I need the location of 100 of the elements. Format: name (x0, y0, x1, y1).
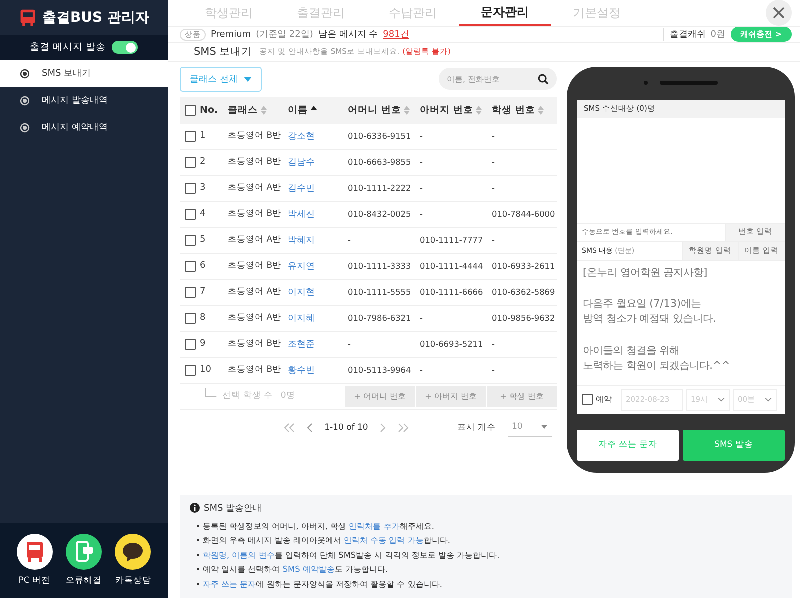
table-cell: 010-6336-9151 (348, 131, 412, 141)
student-name-link[interactable]: 강소현 (288, 130, 315, 142)
column-header[interactable]: 어머니 번호 (348, 104, 410, 116)
row-checkbox[interactable] (185, 364, 196, 376)
row-checkbox[interactable] (185, 286, 196, 298)
shortcut-label: 오류해결 (66, 575, 102, 587)
guide-bullet: 자주 쓰는 문자에 원하는 문자양식을 저장하여 활용할 수 있습니다. (197, 576, 782, 591)
sort-icon (404, 106, 410, 114)
message-field[interactable]: [온누리 영어학원 공지사항] 다음주 월요일 (7/13)에는 방역 청소가 예정돼 있습니다. 아이들의 청결을 위해 노력하는 학원이 되겠습니다.^^ (577, 260, 785, 384)
sidebar-item[interactable]: SMS 보내기 (0, 60, 168, 87)
plan-name: Premium (211, 30, 252, 40)
table-cell: - (420, 183, 423, 193)
sort-icon (261, 106, 267, 114)
table-cell: 010-1111-6666 (420, 287, 484, 297)
remaining-count-link[interactable]: 981건 (383, 28, 410, 41)
sidebar-item[interactable]: 메시지 예약내역 (0, 114, 168, 141)
leader-line (205, 388, 217, 398)
table-cell: - (420, 131, 423, 141)
table-cell: - (348, 339, 351, 349)
student-name-link[interactable]: 이지혜 (288, 312, 315, 324)
bus-icon (18, 8, 36, 26)
add-number-button[interactable]: + 학생 번호 (487, 386, 557, 406)
toggle-label: 출결 메시지 발송 (30, 41, 106, 54)
table-cell: - (492, 183, 495, 193)
chat-bubble-icon[interactable] (115, 534, 152, 570)
table-cell: 010-8432-0025 (348, 209, 412, 219)
send-sms-button[interactable]: SMS 발송 (683, 430, 785, 460)
previous-page-icon[interactable] (306, 422, 313, 432)
student-name-link[interactable]: 김남수 (288, 156, 315, 168)
row-checkbox[interactable] (185, 182, 196, 194)
table-cell: 010-5113-9964 (348, 365, 412, 375)
row-checkbox[interactable] (185, 156, 196, 168)
table-cell: 010-7844-6000 (492, 209, 556, 219)
remaining-label: 남은 메시지 수 (318, 29, 378, 41)
table-cell: - (492, 339, 495, 349)
page-range: 1-10 of 10 (324, 422, 368, 432)
guide-bullet: 예약 일시를 선택하여 SMS 예약발송도 가능합니다. (197, 562, 782, 576)
selected-count: 0명 (280, 390, 296, 402)
cash-label: 출결캐쉬 (662, 28, 706, 41)
column-header[interactable]: 클래스 (228, 104, 267, 116)
student-name-link[interactable]: 이지현 (288, 286, 315, 298)
table-cell: 초등영어 A반 (228, 234, 282, 246)
table-cell: 초등영어 A반 (228, 286, 282, 298)
row-checkbox[interactable] (185, 208, 196, 220)
table-cell: 초등영어 B반 (228, 208, 282, 220)
phone-icon[interactable] (66, 534, 102, 570)
info-icon (190, 503, 200, 513)
student-name-link[interactable]: 박혜지 (288, 234, 315, 246)
nav-tab[interactable]: 문자관리 (459, 0, 551, 26)
guide-title: SMS 발송안내 (204, 502, 262, 514)
add-number-button[interactable]: + 어머니 번호 (345, 386, 415, 406)
column-header[interactable]: 아버지 번호 (420, 104, 482, 116)
column-header[interactable]: No. (200, 104, 218, 116)
row-checkbox[interactable] (185, 338, 196, 350)
table-cell: 010-1111-3333 (348, 261, 412, 271)
table-cell: 초등영어 A반 (228, 182, 282, 194)
table-cell: 1 (200, 131, 206, 141)
reserve-label: 예약 (596, 394, 612, 405)
row-checkbox[interactable] (185, 312, 196, 324)
table-cell: 초등영어 A반 (228, 312, 282, 324)
close-icon (773, 7, 785, 19)
table-cell: - (492, 157, 495, 167)
row-checkbox[interactable] (185, 130, 196, 142)
table-cell: 9 (200, 339, 206, 349)
student-name-link[interactable]: 황수빈 (288, 364, 315, 376)
search-field[interactable]: 이름, 전화번호 (439, 68, 557, 90)
row-checkbox[interactable] (185, 260, 196, 272)
toggle-switch[interactable] (112, 41, 138, 54)
select-all-checkbox[interactable] (185, 104, 196, 116)
radio-icon (20, 68, 30, 78)
class-dropdown[interactable]: 클래스 전체 (180, 66, 262, 92)
student-name-link[interactable]: 김수민 (288, 182, 315, 194)
reserve-checkbox[interactable] (582, 394, 593, 405)
page-size-label: 표시 개수 (457, 422, 496, 434)
row-checkbox[interactable] (185, 234, 196, 246)
sort-icon (538, 106, 544, 114)
table-cell: 010-6693-5211 (420, 339, 484, 349)
page-size-dropdown[interactable]: 10 (508, 418, 552, 437)
bus-icon[interactable] (16, 534, 53, 570)
table-cell: - (492, 365, 495, 375)
column-header[interactable]: 이름 (288, 104, 317, 116)
column-header[interactable]: 학생 번호 (492, 104, 544, 116)
table-cell: 2 (200, 157, 206, 167)
table-cell: 6 (200, 261, 206, 271)
student-name-link[interactable]: 조현준 (288, 338, 315, 350)
close-button[interactable] (766, 0, 792, 26)
chevron-icon (765, 398, 772, 402)
table-cell: 010-1111-7777 (420, 235, 484, 245)
student-name-link[interactable]: 유지연 (288, 260, 315, 272)
chevron-icon (718, 398, 725, 402)
add-number-button[interactable]: + 아버지 번호 (416, 386, 486, 406)
guide-bullet: 학원명, 이름의 변수를 입력하여 단체 SMS발송 시 각각의 정보로 발송 가능합니다. (197, 548, 782, 562)
student-name-link[interactable]: 박세진 (288, 208, 315, 220)
table-cell: 010-6362-5869 (492, 287, 556, 297)
table-cell: - (420, 313, 423, 323)
table-cell: 5 (200, 235, 206, 245)
cash-amount: 0원 (710, 29, 726, 41)
table-cell: 3 (200, 183, 206, 193)
table-cell: 4 (200, 209, 206, 219)
sidebar-item[interactable]: 메시지 발송내역 (0, 87, 168, 114)
